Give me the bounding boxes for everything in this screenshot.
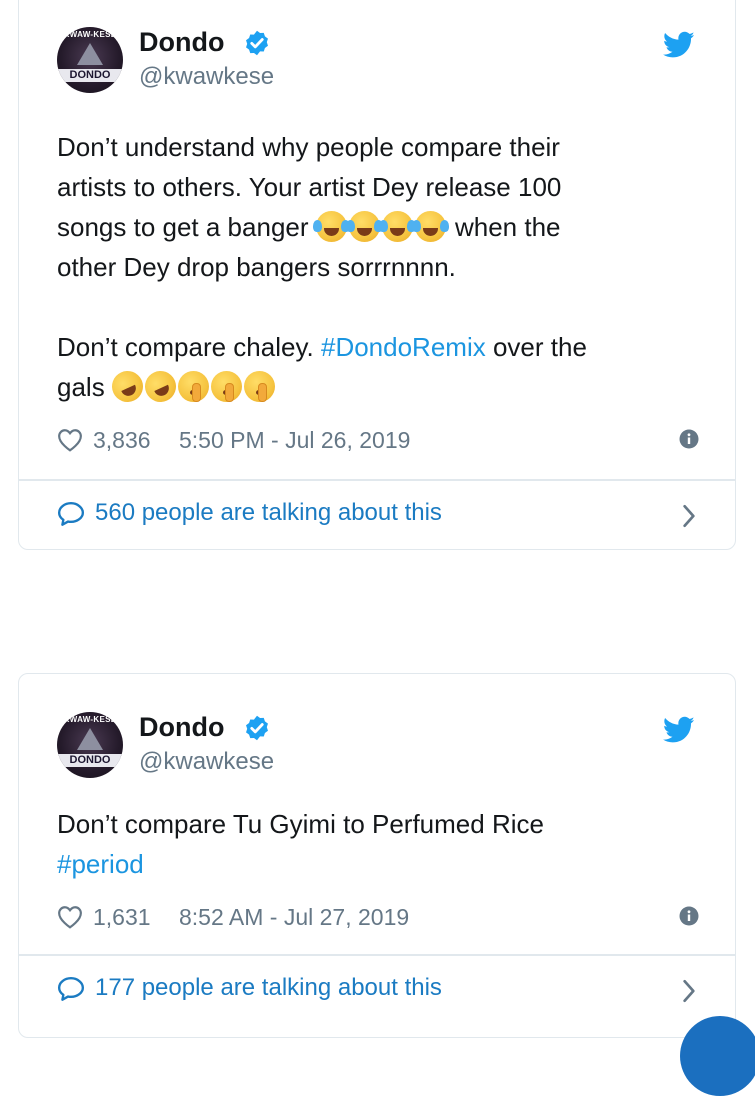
text-line: #period [57, 844, 695, 884]
talking-about-text: 177 people are talking about this [95, 974, 442, 1001]
emoji-mouth [222, 390, 229, 395]
like-count[interactable]: 1,631 [93, 904, 151, 931]
speech-bubble-icon [57, 977, 85, 1001]
tweet-text: Don’t understand why people compare thei… [57, 127, 695, 408]
tweet-text: Don’t compare Tu Gyimi to Perfumed Rice … [57, 804, 695, 884]
user-handle[interactable]: @kwawkese [139, 748, 274, 776]
avatar-name-text: DONDO [69, 754, 111, 766]
hashtag-link[interactable]: #period [57, 849, 144, 879]
floating-action-button[interactable] [680, 1016, 755, 1096]
tweet-card[interactable]: KWAW-KESE DONDO Dondo @kwawkese Don’t co… [18, 673, 736, 1038]
twitter-bird-icon[interactable] [663, 716, 695, 744]
verified-badge-icon [246, 30, 268, 56]
text-segment: songs to get a banger [57, 212, 316, 242]
chevron-right-icon [683, 504, 695, 528]
user-handle[interactable]: @kwawkese [139, 63, 274, 91]
talking-about-text: 560 people are talking about this [95, 499, 442, 526]
heart-icon[interactable] [57, 905, 83, 929]
text-line: Don’t compare chaley. #DondoRemix over t… [57, 327, 695, 367]
emoji-mouth [323, 228, 339, 236]
tweet-card[interactable]: KWAW-KESE DONDO Dondo @kwawkese Don’t un… [18, 0, 736, 550]
avatar-triangle [77, 43, 103, 65]
emoji-mouth [189, 390, 196, 395]
info-icon[interactable] [679, 906, 699, 926]
text-segment: Don’t compare chaley. [57, 332, 321, 362]
like-count[interactable]: 3,836 [93, 427, 151, 454]
emoji-tears-of-joy [312, 211, 350, 242]
text-line: other Dey drop bangers sorrrnnnn. [57, 252, 456, 282]
divider [19, 954, 735, 956]
info-icon[interactable] [679, 429, 699, 449]
text-line: artists to others. Your artist Dey relea… [57, 172, 562, 202]
timestamp-link[interactable]: 8:52 AM - Jul 27, 2019 [179, 904, 409, 931]
tweet-header: KWAW-KESE DONDO Dondo @kwawkese [57, 712, 705, 784]
avatar-top-text: KWAW-KESE [63, 30, 117, 39]
speech-bubble-icon [57, 502, 85, 526]
text-line: Don’t compare Tu Gyimi to Perfumed Rice [57, 809, 544, 839]
tweet-header: KWAW-KESE DONDO Dondo @kwawkese [57, 27, 705, 99]
emoji-tears-of-joy [378, 211, 416, 242]
emoji-tears-of-joy [411, 211, 449, 242]
divider [19, 479, 735, 481]
emoji-shushing-face [177, 371, 209, 402]
tweet-meta: 3,836 5:50 PM - Jul 26, 2019 [57, 427, 699, 457]
user-name[interactable]: Dondo [139, 27, 224, 58]
text-line: gals [57, 365, 695, 408]
text-segment: over the [485, 332, 587, 362]
avatar-name-text: DONDO [69, 69, 111, 81]
text-line: songs to get a banger when the [57, 207, 695, 247]
emoji-mouth [422, 228, 438, 236]
heart-icon[interactable] [57, 428, 83, 452]
emoji-shushing-face [243, 371, 275, 402]
chevron-right-icon [683, 979, 695, 1003]
emoji-mouth [121, 384, 139, 399]
text-segment: gals [57, 372, 112, 402]
emoji-mouth [389, 228, 405, 236]
emoji-mouth [255, 390, 262, 395]
emoji-mouth [356, 228, 372, 236]
twitter-bird-icon[interactable] [663, 31, 695, 59]
verified-badge-icon [246, 715, 268, 741]
laugh-and-shush-emoji-group [106, 365, 277, 408]
emoji-tears-of-joy [345, 211, 383, 242]
talking-about-link[interactable]: 560 people are talking about this [57, 499, 695, 533]
emoji-rolling-laughing [106, 365, 149, 408]
avatar[interactable]: KWAW-KESE DONDO [57, 27, 123, 93]
avatar-triangle [77, 728, 103, 750]
tweet-meta: 1,631 8:52 AM - Jul 27, 2019 [57, 904, 699, 934]
emoji-rolling-laughing [139, 365, 182, 408]
text-segment: when the [447, 212, 561, 242]
talking-about-link[interactable]: 177 people are talking about this [57, 974, 695, 1008]
avatar-top-text: KWAW-KESE [63, 715, 117, 724]
text-line-blank [57, 287, 695, 327]
hashtag-link[interactable]: #DondoRemix [321, 332, 486, 362]
avatar[interactable]: KWAW-KESE DONDO [57, 712, 123, 778]
tears-of-joy-emoji-group [312, 211, 449, 242]
emoji-mouth [154, 384, 172, 399]
user-name[interactable]: Dondo [139, 712, 224, 743]
emoji-shushing-face [210, 371, 242, 402]
timestamp-link[interactable]: 5:50 PM - Jul 26, 2019 [179, 427, 410, 454]
text-line: Don’t understand why people compare thei… [57, 132, 560, 162]
